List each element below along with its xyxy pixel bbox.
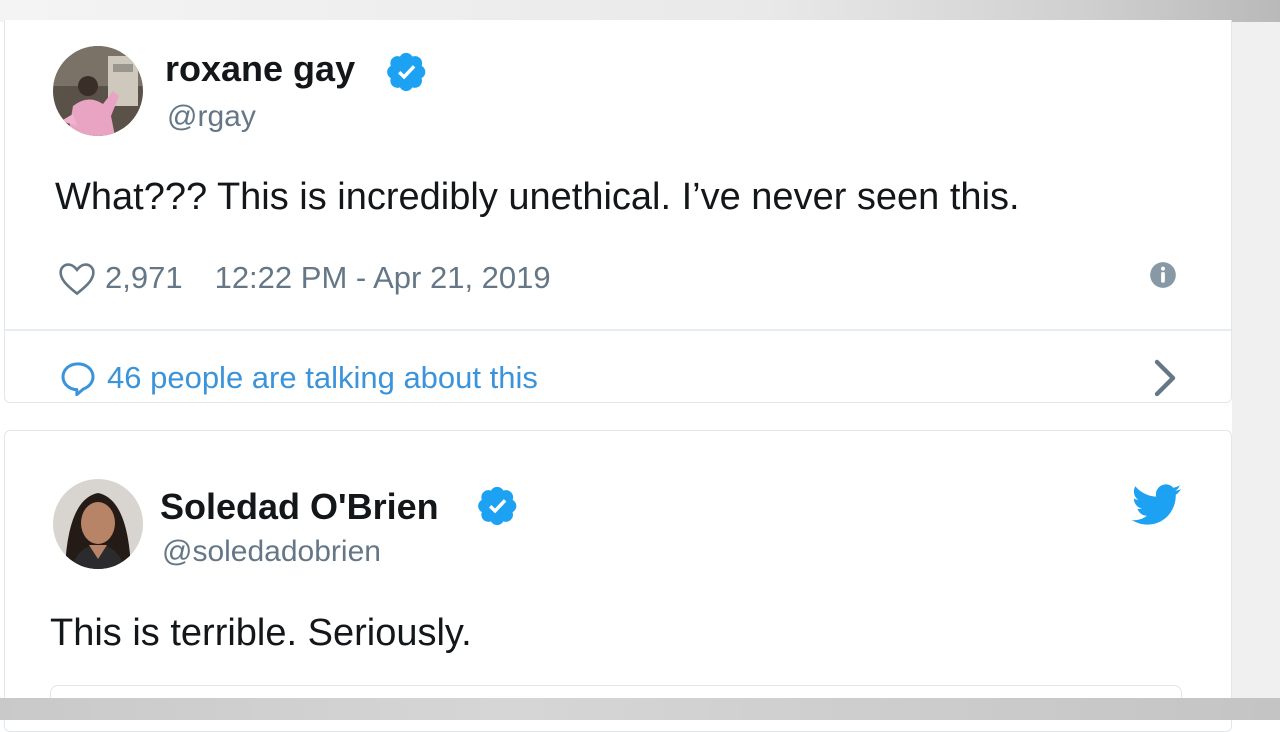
reply-icon	[61, 362, 95, 397]
verified-badge-icon	[387, 52, 426, 91]
author-handle[interactable]: @soledadobrien	[162, 535, 381, 569]
chevron-right-icon[interactable]	[1151, 358, 1179, 398]
bottom-background-band	[0, 698, 1280, 720]
tweet-text: This is terrible. Seriously.	[50, 612, 472, 654]
author-name[interactable]: roxane gay	[165, 48, 355, 90]
conversation-link[interactable]: 46 people are talking about this	[57, 356, 538, 400]
author-handle[interactable]: @rgay	[167, 100, 256, 134]
heart-icon[interactable]	[57, 260, 97, 296]
tweet-card-rgay: roxane gay @rgay What??? This is incredi…	[4, 20, 1232, 403]
card-divider	[5, 329, 1231, 331]
author-name[interactable]: Soledad O'Brien	[160, 486, 439, 528]
like-count[interactable]: 2,971	[105, 260, 183, 296]
verified-badge-icon	[478, 486, 517, 525]
right-background-strip	[1232, 22, 1280, 700]
tweet-timestamp[interactable]: 12:22 PM - Apr 21, 2019	[215, 260, 551, 296]
twitter-bird-icon[interactable]	[1132, 484, 1182, 526]
tweet-text: What??? This is incredibly unethical. I’…	[55, 176, 1020, 218]
avatar-soledadobrien[interactable]	[53, 479, 143, 569]
conversation-text: 46 people are talking about this	[107, 360, 538, 395]
tweet-meta: 2,971 12:22 PM - Apr 21, 2019	[57, 258, 551, 298]
info-icon[interactable]	[1149, 261, 1177, 289]
top-background-band	[0, 0, 1280, 22]
avatar-rgay[interactable]	[53, 46, 143, 136]
